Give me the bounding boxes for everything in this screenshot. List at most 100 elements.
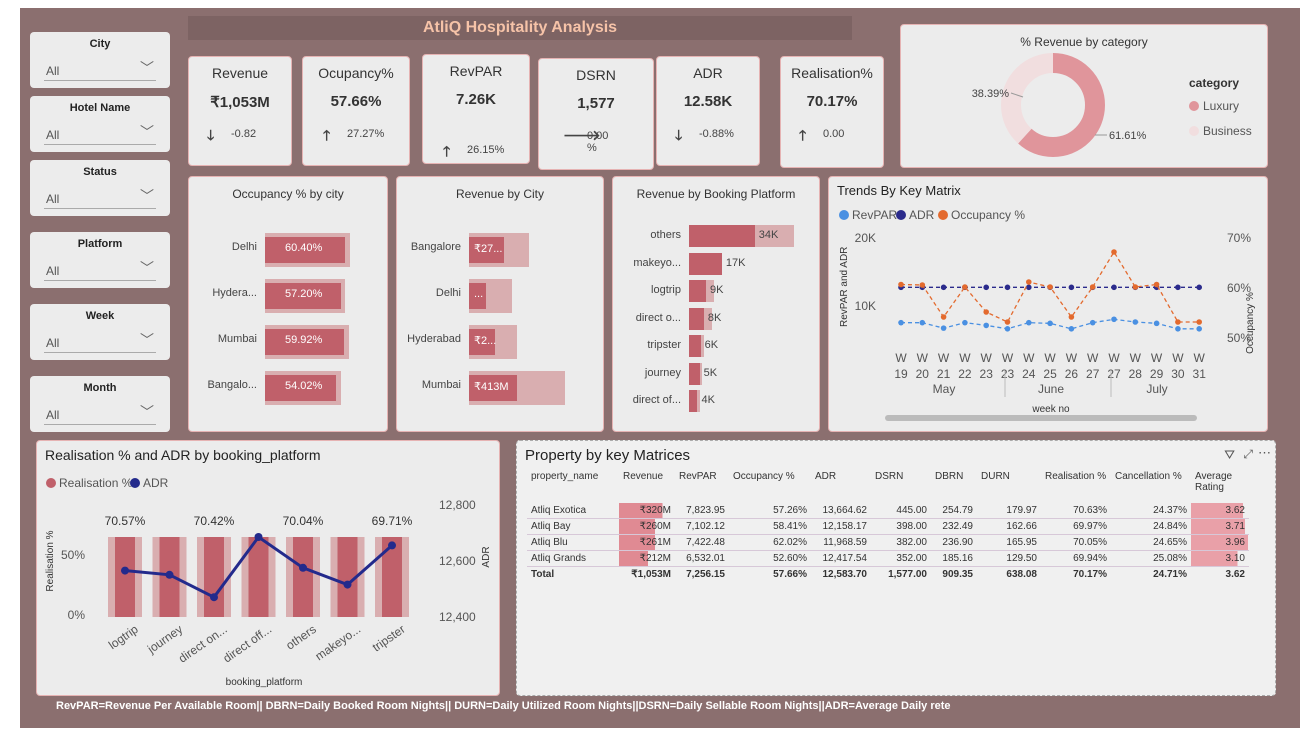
- chevron-down-icon[interactable]: ﹀: [140, 402, 154, 422]
- kpi-card-ocupancy[interactable]: Ocupancy% 57.66% 🡑 27.27%: [302, 56, 410, 166]
- bar-value-label: 59.92%: [285, 334, 323, 346]
- slicer-hotel-name[interactable]: Hotel Name All ﹀: [30, 96, 170, 152]
- slicer-month[interactable]: Month All ﹀: [30, 376, 170, 432]
- platform-row[interactable]: direct of... 4K: [633, 390, 799, 412]
- slicer-label: Status: [83, 166, 117, 178]
- trend-point-2: [1047, 284, 1053, 290]
- table-row[interactable]: Atliq Bay ₹260M 7,102.12 58.41% 12,158.17 398…: [527, 518, 1249, 535]
- realisation-bar: [293, 537, 313, 617]
- legend-marker-0: [46, 478, 56, 488]
- property-table-card[interactable]: Property by key Matrices ⛛ ⤢ ⋯ property_…: [516, 440, 1276, 696]
- trend-point-2: [1153, 281, 1160, 288]
- platform-row[interactable]: direct o... 8K: [636, 307, 799, 330]
- column-header[interactable]: Revenue: [619, 469, 675, 503]
- realisation-bar: [248, 537, 269, 617]
- kpi-card-realisation[interactable]: Realisation% 70.17% 🡑 0.00: [780, 56, 884, 168]
- focus-mode-icon[interactable]: ⤢: [1243, 447, 1253, 462]
- month-label: July: [1146, 382, 1167, 396]
- column-header[interactable]: DBRN: [931, 469, 977, 503]
- platform-row[interactable]: makeyo... 17K: [633, 252, 799, 275]
- trend-point-0: [919, 319, 926, 326]
- left-tick: 10K: [855, 299, 876, 313]
- slicer-value[interactable]: All: [46, 264, 59, 278]
- kpi-card-revpar[interactable]: RevPAR 7.26K 🡑 26.15%: [422, 54, 530, 164]
- category-label: direct off...: [220, 622, 274, 665]
- platform-bar: [689, 362, 700, 385]
- realisation-card[interactable]: Realisation % and ADR by booking_platfor…: [36, 440, 500, 696]
- kpi-title: ADR: [693, 65, 723, 81]
- revenue-city-row[interactable]: Hyderabad ₹2...: [407, 325, 569, 359]
- revenue-by-platform-card[interactable]: Revenue by Booking Platform others 34K mak…: [612, 176, 820, 432]
- filter-icon[interactable]: ⛛: [1224, 447, 1235, 463]
- slicer-value[interactable]: All: [46, 128, 59, 142]
- platform-row[interactable]: journey 5K: [645, 362, 799, 385]
- slicer-value[interactable]: All: [46, 408, 59, 422]
- revenue-by-category-card[interactable]: % Revenue by category 38.39% 61.61% cate…: [900, 24, 1268, 168]
- revenue-city-row[interactable]: Bangalore ₹27...: [411, 233, 569, 267]
- kpi-title: Revenue: [211, 65, 269, 81]
- slicer-platform[interactable]: Platform All ﹀: [30, 232, 170, 288]
- kpi-card-dsrn[interactable]: DSRN 1,577 🡒 0.00 %: [538, 58, 654, 170]
- total-cell: 70.17%: [1073, 569, 1107, 580]
- table-row[interactable]: Atliq Exotica ₹320M 7,823.95 57.26% 13,664.6…: [527, 503, 1249, 519]
- slicer-week[interactable]: Week All ﹀: [30, 304, 170, 360]
- bar-value-label: ...: [474, 288, 484, 300]
- more-options-icon[interactable]: ⋯: [1258, 445, 1271, 461]
- slicer-value[interactable]: All: [46, 336, 59, 350]
- column-header[interactable]: Occupancy %: [729, 469, 811, 503]
- platform-bar: [689, 335, 701, 357]
- table-cell: ₹261M: [619, 534, 675, 551]
- chevron-down-icon[interactable]: ﹀: [140, 58, 154, 78]
- trend-point-0: [962, 319, 968, 326]
- platform-row[interactable]: tripster 6K: [647, 335, 799, 357]
- total-cell: 3.62: [1225, 569, 1245, 580]
- revenue-by-city-card[interactable]: Revenue by City Bangalore ₹27... Delhi... H…: [396, 176, 604, 432]
- platform-bar: [689, 280, 706, 302]
- column-header[interactable]: property_name: [527, 469, 619, 503]
- column-header[interactable]: Average Rating: [1191, 469, 1249, 503]
- column-header[interactable]: DURN: [977, 469, 1041, 503]
- chevron-down-icon[interactable]: ﹀: [140, 258, 154, 278]
- trend-point-2: [1196, 319, 1202, 325]
- trends-scrollbar[interactable]: [885, 415, 1197, 421]
- chevron-down-icon[interactable]: ﹀: [140, 330, 154, 350]
- column-header[interactable]: DSRN: [871, 469, 931, 503]
- column-header[interactable]: Cancellation %: [1111, 469, 1191, 503]
- table-cell: 7,422.48: [675, 534, 729, 551]
- legend-marker-1: [130, 478, 140, 488]
- chevron-down-icon[interactable]: ﹀: [140, 186, 154, 206]
- table-cell: Atliq Bay: [527, 518, 619, 535]
- column-header[interactable]: RevPAR: [675, 469, 729, 503]
- slicer-value[interactable]: All: [46, 192, 59, 206]
- column-header[interactable]: ADR: [811, 469, 871, 503]
- table-row[interactable]: Atliq Blu ₹261M 7,422.48 62.02% 11,968.59 382…: [527, 534, 1249, 551]
- trend-point-1: [1026, 284, 1032, 291]
- platform-row[interactable]: others 34K: [650, 225, 799, 247]
- column-header[interactable]: Realisation %: [1041, 469, 1111, 503]
- table-cell: 62.02%: [729, 534, 811, 551]
- total-cell: ₹1,053M: [631, 569, 671, 580]
- table-cell: Atliq Grands: [527, 550, 619, 567]
- total-cell: 1,577.00: [888, 569, 927, 580]
- occupancy-row[interactable]: Bangalo... 54.02%: [207, 371, 349, 405]
- table-cell: 13,664.62: [811, 503, 871, 519]
- revenue-city-row[interactable]: Delhi...: [436, 279, 569, 313]
- occupancy-row[interactable]: Mumbai 59.92%: [218, 325, 349, 359]
- platform-row[interactable]: logtrip 9K: [651, 280, 799, 302]
- left-tick: 20K: [855, 231, 876, 245]
- slicer-value[interactable]: All: [46, 64, 59, 78]
- kpi-card-adr[interactable]: ADR 12.58K 🡓 -0.88%: [656, 56, 760, 166]
- occupancy-row[interactable]: Delhi 60.40%: [232, 233, 350, 267]
- table-cell: Atliq Exotica: [527, 503, 619, 519]
- trends-card[interactable]: Trends By Key Matrix RevPAR ADR Occupancy …: [828, 176, 1268, 432]
- slicer-status[interactable]: Status All ﹀: [30, 160, 170, 216]
- kpi-card-revenue[interactable]: Revenue ₹1,053M 🡓 -0.82: [188, 56, 292, 166]
- kpi-delta: 0.00 %: [587, 130, 609, 154]
- occupancy-row[interactable]: Hydera... 57.20%: [212, 279, 349, 313]
- revenue-city-row[interactable]: Mumbai ₹413M: [422, 371, 569, 405]
- chevron-down-icon[interactable]: ﹀: [140, 122, 154, 142]
- occupancy-by-city-card[interactable]: Occupancy % by city Delhi 60.40% Hydera...…: [188, 176, 388, 432]
- table-row[interactable]: Atliq Grands ₹212M 6,532.01 52.60% 12,417.54…: [527, 550, 1249, 567]
- table-cell: 70.05%: [1041, 534, 1111, 551]
- slicer-city[interactable]: City All ﹀: [30, 32, 170, 88]
